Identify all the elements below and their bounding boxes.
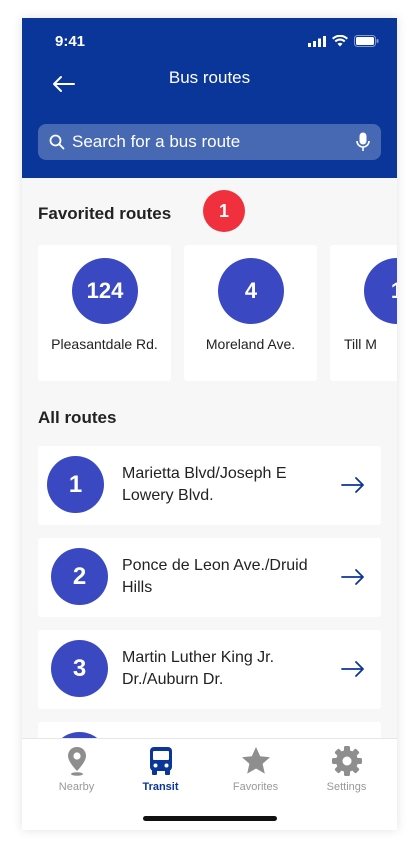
- route-number: 4: [218, 258, 284, 324]
- tab-transit[interactable]: Transit: [114, 739, 207, 809]
- route-list-item[interactable]: 3 Martin Luther King Jr. Dr./Auburn Dr.: [38, 630, 381, 709]
- home-indicator: [143, 816, 277, 821]
- search-icon: [49, 134, 65, 150]
- route-name: Ponce de Leon Ave./Druid Hills: [122, 557, 308, 596]
- route-list-item[interactable]: 2 Ponce de Leon Ave./Druid Hills: [38, 538, 381, 617]
- favorite-card[interactable]: 1 Till M: [330, 245, 397, 381]
- favorite-card[interactable]: 124 Pleasantdale Rd.: [38, 245, 171, 381]
- arrow-right-icon: [341, 569, 364, 585]
- bus-icon: [150, 747, 172, 775]
- battery-icon: [354, 35, 379, 47]
- favorites-title: Favorited routes: [38, 204, 172, 223]
- search-bar: [38, 124, 381, 160]
- route-number: 3: [51, 640, 108, 697]
- route-name: Moreland Ave.: [205, 336, 296, 352]
- star-icon: [242, 747, 270, 774]
- tab-favorites[interactable]: Favorites: [209, 739, 302, 809]
- favorite-card[interactable]: 4 Moreland Ave.: [184, 245, 317, 381]
- arrow-right-icon: [341, 661, 364, 677]
- tab-settings[interactable]: Settings: [300, 739, 393, 809]
- page-title: Bus routes: [168, 68, 251, 87]
- search-input[interactable]: [72, 124, 342, 160]
- tab-label: Settings: [326, 781, 367, 793]
- microphone-icon[interactable]: [356, 132, 370, 152]
- tab-nearby[interactable]: Nearby: [30, 739, 123, 809]
- route-name: Pleasantdale Rd.: [51, 336, 158, 352]
- tab-label: Nearby: [58, 781, 95, 793]
- location-pin-icon: [68, 747, 86, 776]
- route-list-item[interactable]: 1 Marietta Blvd/Joseph E Lowery Blvd.: [38, 446, 381, 525]
- route-number: 2: [51, 548, 108, 605]
- arrow-right-icon: [341, 477, 364, 493]
- tab-label: Favorites: [232, 781, 279, 793]
- route-name: Till M: [344, 336, 377, 352]
- route-number: 1: [364, 258, 397, 324]
- all-routes-title: All routes: [38, 408, 117, 427]
- notification-badge: 1: [203, 190, 245, 232]
- wifi-icon: [332, 35, 348, 47]
- route-number: 1: [47, 456, 104, 513]
- route-name: Marietta Blvd/Joseph E Lowery Blvd.: [122, 465, 287, 504]
- gear-icon: [332, 746, 362, 776]
- favorites-carousel[interactable]: 124 Pleasantdale Rd. 4 Moreland Ave. 1 T…: [38, 245, 397, 381]
- route-number: 124: [72, 258, 138, 324]
- app-header: 9:41 Bus routes: [22, 18, 397, 178]
- route-name: Martin Luther King Jr. Dr./Auburn Dr.: [122, 649, 275, 688]
- phone-screen: 9:41 Bus routes Search for a bus route F…: [22, 18, 397, 830]
- tab-label: Transit: [142, 781, 179, 793]
- status-icons: [308, 35, 379, 47]
- signal-icon: [308, 35, 326, 47]
- status-time: 9:41: [55, 33, 86, 50]
